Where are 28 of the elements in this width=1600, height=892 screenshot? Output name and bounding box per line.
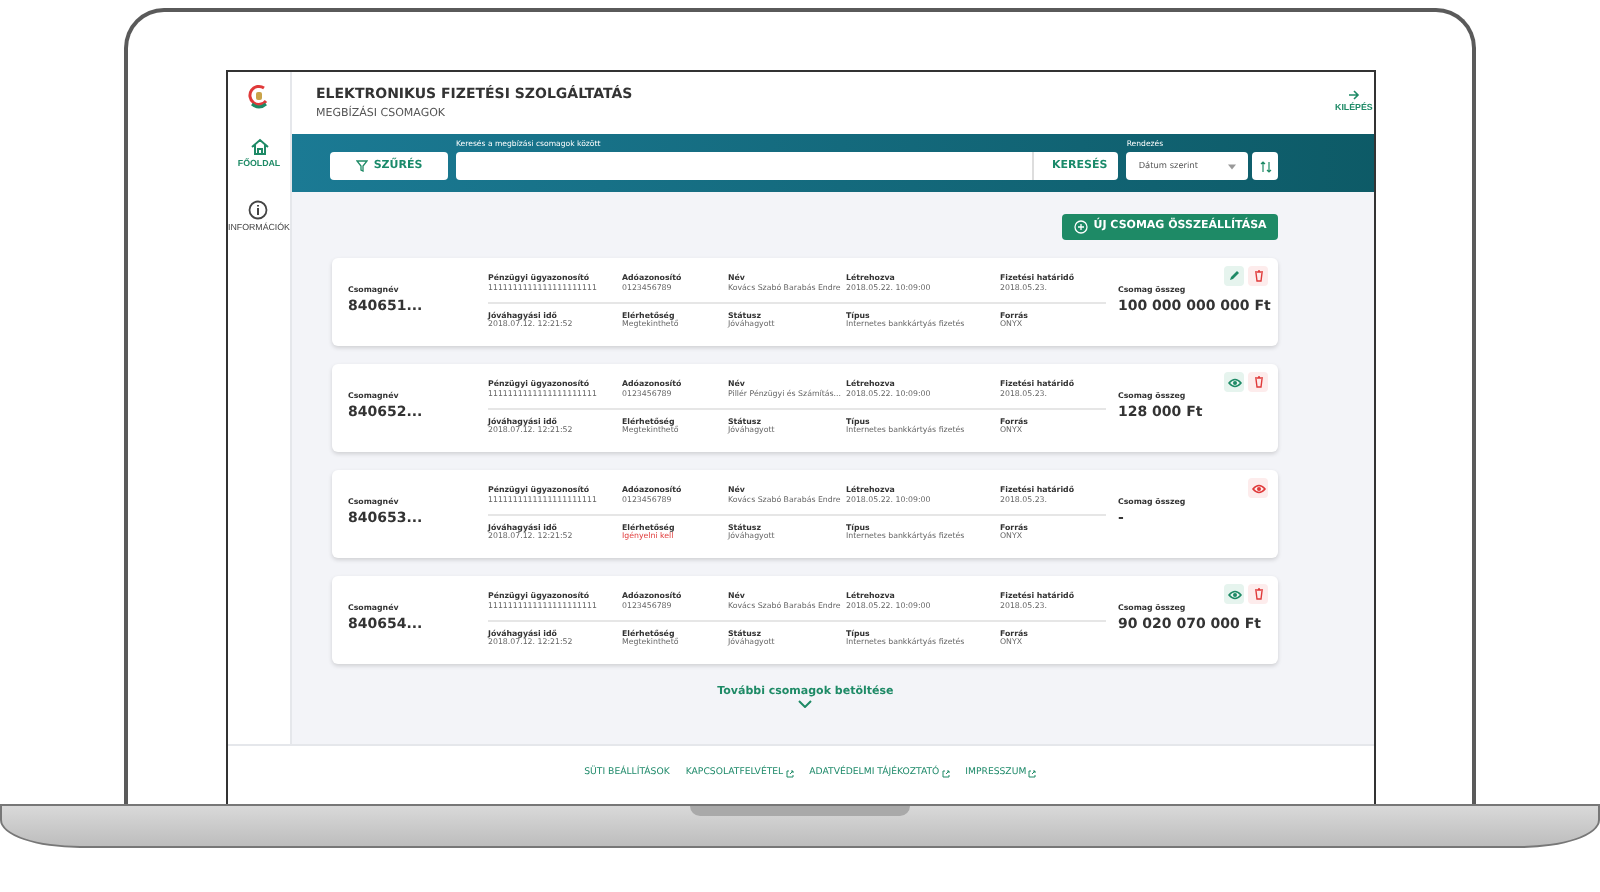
chevron-down-icon <box>798 700 813 709</box>
filter-icon <box>355 160 368 172</box>
view-button[interactable] <box>1224 372 1245 392</box>
external-link-icon <box>1028 770 1037 779</box>
view-button[interactable] <box>1248 478 1269 498</box>
caret-icon <box>1228 163 1237 169</box>
plus-circle-icon <box>1073 220 1088 234</box>
delete-button[interactable] <box>1248 584 1269 604</box>
view-button[interactable] <box>1224 584 1245 604</box>
delete-button[interactable] <box>1248 372 1269 392</box>
external-link-icon <box>941 770 950 779</box>
pencil-icon <box>1228 270 1241 282</box>
eye-icon <box>1227 377 1242 387</box>
trash-icon <box>1253 588 1264 600</box>
trash-icon <box>1253 270 1264 282</box>
external-link-icon <box>785 770 794 779</box>
logo-icon <box>248 84 270 110</box>
arrow-right-icon <box>1347 90 1360 101</box>
sort-direction-button[interactable] <box>1252 152 1279 180</box>
eye-icon <box>1227 589 1242 599</box>
home-icon <box>249 138 269 156</box>
eye-icon <box>1251 483 1266 493</box>
edit-button[interactable] <box>1224 266 1245 286</box>
delete-button[interactable] <box>1248 266 1269 286</box>
info-icon <box>248 199 269 220</box>
search-field[interactable] <box>456 152 1033 180</box>
trash-icon <box>1253 376 1264 388</box>
sort-arrows-icon <box>1259 159 1272 173</box>
